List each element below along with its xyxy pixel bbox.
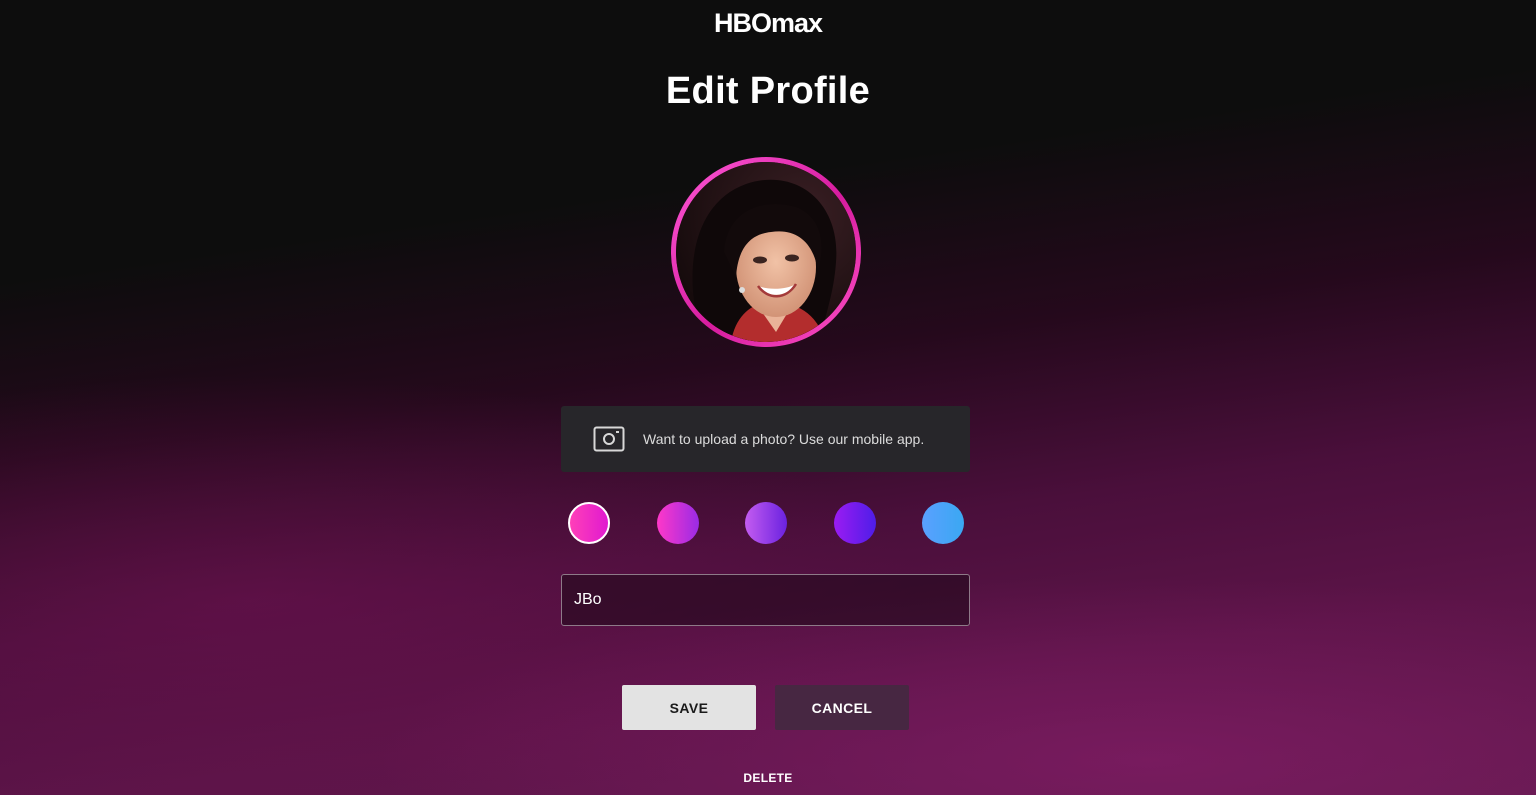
profile-photo-image (676, 162, 856, 342)
profile-name-input[interactable] (561, 574, 970, 626)
color-swatch-violet[interactable] (745, 502, 787, 544)
color-swatch-blue[interactable] (922, 502, 964, 544)
color-swatch-magenta-purple[interactable] (657, 502, 699, 544)
upload-notice-text: Want to upload a photo? Use our mobile a… (643, 431, 925, 447)
logo-wordmark: HBOmax (714, 8, 824, 38)
save-button[interactable]: SAVE (622, 685, 756, 730)
page-title: Edit Profile (665, 70, 871, 112)
profile-photo (676, 162, 856, 342)
color-swatch-pink[interactable] (568, 502, 610, 544)
cancel-button[interactable]: CANCEL (775, 685, 909, 730)
logo-text: HBOmax (714, 8, 823, 38)
camera-icon (593, 426, 625, 452)
avatar-color-picker (568, 502, 964, 544)
delete-profile-link[interactable]: DELETE (0, 771, 1536, 785)
avatar[interactable] (671, 157, 861, 347)
color-swatch-purple-blue[interactable] (834, 502, 876, 544)
upload-photo-notice: Want to upload a photo? Use our mobile a… (561, 406, 970, 472)
hbo-max-logo: HBOmax (0, 8, 1536, 45)
